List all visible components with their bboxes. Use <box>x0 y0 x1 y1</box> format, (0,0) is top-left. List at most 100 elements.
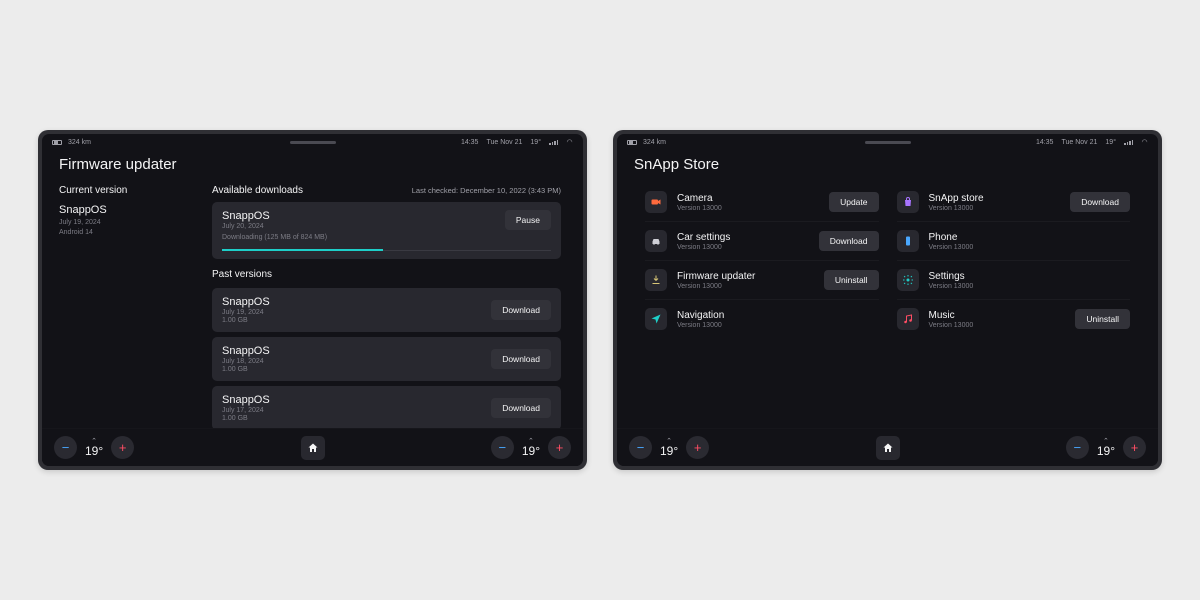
page-title: SnApp Store <box>617 150 1158 177</box>
gear-icon <box>897 269 919 291</box>
temp-down-right[interactable]: − <box>491 436 514 459</box>
temp-display-left[interactable]: ⌃ 19° <box>85 438 103 457</box>
temp-value-left: 19° <box>660 445 678 457</box>
climate-bar: − ⌃ 19° + − ⌃ 19° + <box>617 428 1158 466</box>
temp-display-right[interactable]: ⌃ 19° <box>522 438 540 457</box>
home-button[interactable] <box>301 436 325 460</box>
uninstall-button[interactable]: Uninstall <box>824 270 879 290</box>
past-version-size: 1.00 GB <box>222 317 270 324</box>
update-button[interactable]: Update <box>829 192 878 212</box>
download-icon <box>645 269 667 291</box>
app-version: Version 13000 <box>929 205 984 212</box>
home-button[interactable] <box>876 436 900 460</box>
range-label: 324 km <box>643 139 666 146</box>
current-os-android: Android 14 <box>59 229 195 236</box>
current-os-date: July 19, 2024 <box>59 219 195 226</box>
downloading-card: SnappOS July 20, 2024 Pause Downloading … <box>212 202 561 259</box>
app-name: Car settings <box>677 232 730 243</box>
clock-label: 14:35 <box>1036 139 1054 146</box>
climate-bar: − ⌃ 19° + − ⌃ 19° + <box>42 428 583 466</box>
screen: 324 km 14:35 Tue Nov 21 19° Firmware upd… <box>42 134 583 466</box>
wifi-icon <box>1141 140 1148 145</box>
temp-value-right: 19° <box>1097 445 1115 457</box>
bag-icon <box>897 191 919 213</box>
temp-up-right[interactable]: + <box>548 436 571 459</box>
app-version: Version 13000 <box>677 322 724 329</box>
uninstall-button[interactable]: Uninstall <box>1075 309 1130 329</box>
temp-down-right[interactable]: − <box>1066 436 1089 459</box>
current-version-label: Current version <box>59 185 195 196</box>
app-row: Car settings Version 13000 Download <box>645 222 879 261</box>
status-bar: 324 km 14:35 Tue Nov 21 19° <box>42 134 583 150</box>
app-name: Camera <box>677 193 722 204</box>
app-row: Settings Version 13000 <box>897 261 1131 300</box>
past-version-name: SnappOS <box>222 345 270 357</box>
grab-handle[interactable] <box>290 141 336 144</box>
range-label: 324 km <box>68 139 91 146</box>
temp-up-left[interactable]: + <box>686 436 709 459</box>
pause-button[interactable]: Pause <box>505 210 551 230</box>
download-date: July 20, 2024 <box>222 223 270 230</box>
past-version-card: SnappOS July 18, 2024 1.00 GB Download <box>212 337 561 381</box>
download-button[interactable]: Download <box>1070 192 1130 212</box>
battery-icon <box>627 140 637 145</box>
app-name: SnApp store <box>929 193 984 204</box>
home-icon <box>307 442 319 454</box>
app-row: SnApp store Version 13000 Download <box>897 183 1131 222</box>
signal-icon <box>549 140 558 145</box>
temp-up-left[interactable]: + <box>111 436 134 459</box>
nav-icon <box>645 308 667 330</box>
music-icon <box>897 308 919 330</box>
app-name: Navigation <box>677 310 724 321</box>
download-name: SnappOS <box>222 210 270 222</box>
page-title: Firmware updater <box>42 150 583 177</box>
app-row: Camera Version 13000 Update <box>645 183 879 222</box>
download-button[interactable]: Download <box>491 349 551 369</box>
app-row: Phone Version 13000 <box>897 222 1131 261</box>
past-version-date: July 19, 2024 <box>222 309 270 316</box>
app-name: Music <box>929 310 974 321</box>
app-row: Navigation Version 13000 <box>645 300 879 338</box>
temp-down-left[interactable]: − <box>629 436 652 459</box>
temp-label: 19° <box>1105 139 1116 146</box>
download-button[interactable]: Download <box>819 231 879 251</box>
app-version: Version 13000 <box>677 205 722 212</box>
device-firmware: 324 km 14:35 Tue Nov 21 19° Firmware upd… <box>38 130 587 470</box>
download-button[interactable]: Download <box>491 398 551 418</box>
app-name: Firmware updater <box>677 271 755 282</box>
phone-icon <box>897 230 919 252</box>
signal-icon <box>1124 140 1133 145</box>
past-version-card: SnappOS July 17, 2024 1.00 GB Download <box>212 386 561 428</box>
app-version: Version 13000 <box>929 283 974 290</box>
past-version-name: SnappOS <box>222 394 270 406</box>
camera-icon <box>645 191 667 213</box>
download-status: Downloading (125 MB of 824 MB) <box>222 234 551 241</box>
wifi-icon <box>566 140 573 145</box>
date-label: Tue Nov 21 <box>1061 139 1097 146</box>
app-version: Version 13000 <box>677 283 755 290</box>
app-name: Settings <box>929 271 974 282</box>
temp-up-right[interactable]: + <box>1123 436 1146 459</box>
available-label: Available downloads <box>212 185 303 196</box>
date-label: Tue Nov 21 <box>486 139 522 146</box>
status-bar: 324 km 14:35 Tue Nov 21 19° <box>617 134 1158 150</box>
download-button[interactable]: Download <box>491 300 551 320</box>
app-version: Version 13000 <box>929 244 974 251</box>
car-icon <box>645 230 667 252</box>
app-row: Firmware updater Version 13000 Uninstall <box>645 261 879 300</box>
past-version-date: July 17, 2024 <box>222 407 270 414</box>
temp-label: 19° <box>530 139 541 146</box>
past-version-size: 1.00 GB <box>222 415 270 422</box>
app-name: Phone <box>929 232 974 243</box>
grab-handle[interactable] <box>865 141 911 144</box>
temp-display-right[interactable]: ⌃ 19° <box>1097 438 1115 457</box>
battery-icon <box>52 140 62 145</box>
temp-display-left[interactable]: ⌃ 19° <box>660 438 678 457</box>
temp-value-left: 19° <box>85 445 103 457</box>
past-version-size: 1.00 GB <box>222 366 270 373</box>
past-version-date: July 18, 2024 <box>222 358 270 365</box>
temp-down-left[interactable]: − <box>54 436 77 459</box>
clock-label: 14:35 <box>461 139 479 146</box>
last-checked-label: Last checked: December 10, 2022 (3:43 PM… <box>412 186 561 195</box>
device-store: 324 km 14:35 Tue Nov 21 19° SnApp Store … <box>613 130 1162 470</box>
